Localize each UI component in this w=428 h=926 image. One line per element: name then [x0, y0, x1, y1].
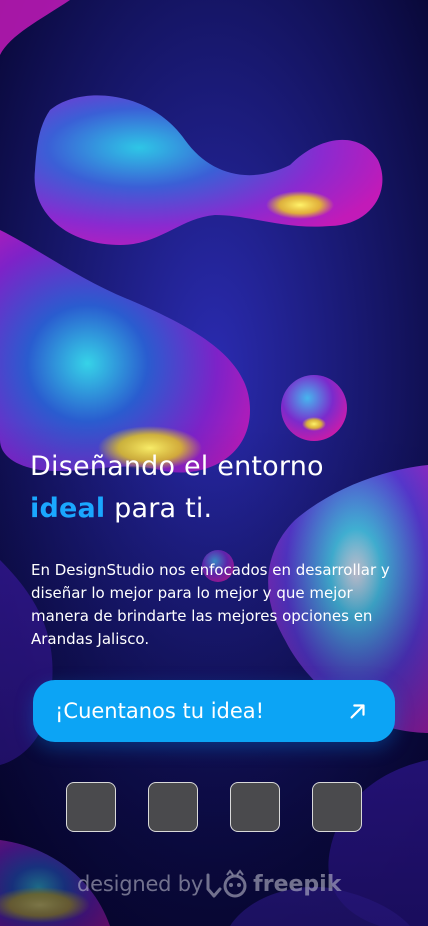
- tile-2[interactable]: [148, 782, 198, 832]
- social-tiles-row: [66, 782, 362, 832]
- headline-accent-word: ideal: [30, 493, 106, 524]
- tile-4[interactable]: [312, 782, 362, 832]
- tile-3[interactable]: [230, 782, 280, 832]
- watermark-brand: freepik: [253, 871, 342, 897]
- hero-headline: Diseñando el entorno ideal para ti.: [30, 446, 400, 530]
- cta-label: ¡Cuentanos tu idea!: [55, 699, 265, 723]
- app-screen: Diseñando el entorno ideal para ti. En D…: [0, 0, 428, 926]
- arrow-up-right-icon: [350, 704, 365, 719]
- tile-1[interactable]: [66, 782, 116, 832]
- freepik-logo-icon: [206, 869, 247, 898]
- hero-description: En DesignStudio nos enfocados en desarro…: [31, 561, 390, 648]
- contact-cta-button[interactable]: ¡Cuentanos tu idea!: [33, 680, 395, 742]
- freepik-watermark: designed by freepik: [77, 866, 341, 902]
- watermark-prefix: designed by: [77, 872, 204, 896]
- headline-line-1: Diseñando el entorno: [30, 451, 324, 482]
- headline-rest: para ti.: [105, 493, 213, 524]
